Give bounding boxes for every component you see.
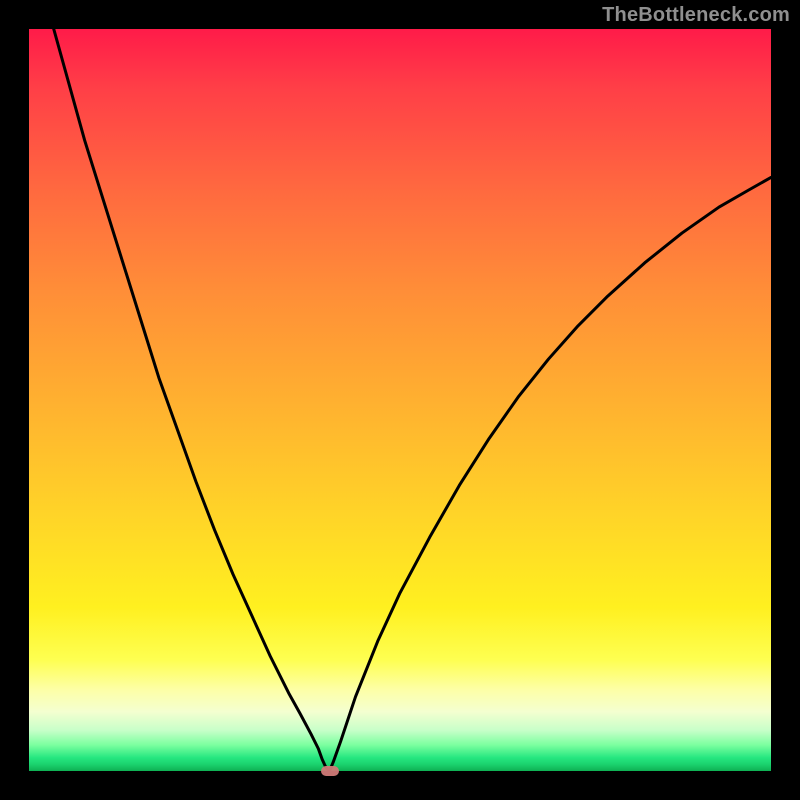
- curve-svg: [29, 29, 771, 771]
- outer-frame: TheBottleneck.com: [0, 0, 800, 800]
- watermark-text: TheBottleneck.com: [602, 4, 790, 27]
- bottleneck-curve-path: [29, 0, 771, 771]
- gradient-plot-area: [29, 29, 771, 771]
- min-marker-pill: [321, 766, 339, 776]
